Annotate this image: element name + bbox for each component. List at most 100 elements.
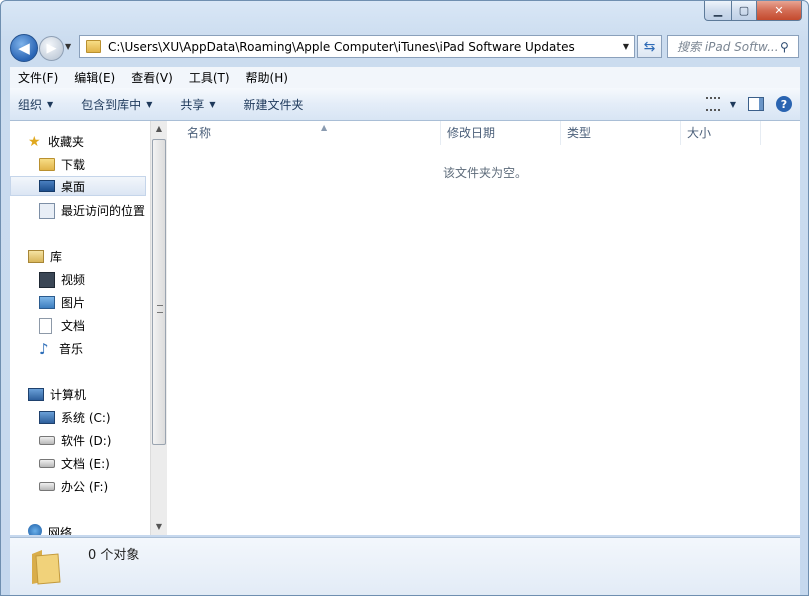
menu-tools[interactable]: 工具(T) [181,69,238,86]
nav-pictures-label: 图片 [61,296,86,310]
column-date-label: 修改日期 [447,126,496,140]
menu-edit[interactable]: 编辑(E) [66,69,123,86]
nav-downloads[interactable]: 下载 [39,156,85,173]
organize-button[interactable]: 组织 ▼ [10,96,63,113]
nav-drive-f-label: 办公 (F:) [61,480,109,494]
document-icon [39,317,52,334]
scroll-down-icon[interactable]: ▼ [151,519,167,535]
help-button[interactable]: ? [776,96,792,112]
back-arrow-icon: ◀ [18,39,30,57]
folder-icon [86,40,101,53]
command-bar: 组织 ▼ 包含到库中 ▼ 共享 ▼ 新建文件夹 ▼ ? [10,88,800,121]
network-icon [28,524,42,535]
menu-help[interactable]: 帮助(H) [238,69,296,86]
music-note-icon: ♪ [39,339,49,358]
chevron-down-icon: ▼ [47,99,54,109]
nav-music-label: 音乐 [59,342,84,356]
nav-music[interactable]: ♪ 音乐 [39,340,83,357]
nav-downloads-label: 下载 [61,158,86,172]
address-bar[interactable]: C:\Users\XU\AppData\Roaming\Apple Comput… [79,35,635,58]
command-bar-right: ▼ ? [705,96,800,112]
hard-drive-icon [39,482,55,491]
empty-folder-message: 该文件夹为空。 [443,166,528,180]
column-header-size[interactable]: 大小 [681,121,761,145]
search-input[interactable]: 搜索 iPad Softw... [668,38,780,55]
nav-drive-e[interactable]: 文档 (E:) [39,455,110,472]
scrollbar-thumb[interactable] [152,139,166,445]
nav-drive-f[interactable]: 办公 (F:) [39,478,108,495]
new-folder-label: 新建文件夹 [243,97,304,112]
explorer-window: ▁ ▢ ✕ ◀ ▶ ▼ C:\Users\XU\AppData\Roaming\… [0,0,809,596]
nav-videos-label: 视频 [61,273,86,287]
maximize-button[interactable]: ▢ [732,1,757,21]
nav-desktop-label: 桌面 [61,179,86,194]
nav-computer-label: 计算机 [50,388,87,402]
folder-icon [32,550,61,585]
view-options-icon[interactable] [705,97,720,111]
libraries-icon [28,250,44,263]
column-name-label: 名称 [187,126,212,140]
nav-documents[interactable]: 文档 [39,317,85,334]
nav-libraries[interactable]: 库 [28,248,62,265]
computer-icon [28,388,44,401]
scroll-up-icon[interactable]: ▲ [151,121,167,137]
back-button[interactable]: ◀ [10,34,38,62]
column-type-label: 类型 [567,126,592,140]
nav-documents-label: 文档 [61,319,86,333]
pictures-icon [39,296,55,309]
details-pane: 0 个对象 [10,537,800,595]
nav-network[interactable]: 网络 [28,524,72,535]
nav-drive-c[interactable]: 系统 (C:) [39,409,111,426]
nav-favorites[interactable]: ★ 收藏夹 [28,133,84,150]
forward-arrow-icon: ▶ [46,41,57,56]
nav-network-label: 网络 [48,526,73,535]
content-area: ★ 收藏夹 下载 桌面 最近访问的位置 库 视频 图片 文档 ♪ 音乐 计算机 … [10,121,800,535]
nav-drive-e-label: 文档 (E:) [61,457,110,471]
column-header-type[interactable]: 类型 [561,121,681,145]
organize-label: 组织 [18,97,43,112]
nav-videos[interactable]: 视频 [39,271,85,288]
file-list-pane[interactable]: 名称 ▲ 修改日期 类型 大小 该文件夹为空。 [167,121,800,535]
address-dropdown-icon[interactable]: ▼ [618,42,634,51]
column-size-label: 大小 [687,126,712,140]
star-icon: ★ [28,133,41,150]
recent-pages-dropdown[interactable]: ▼ [65,42,71,51]
recent-places-icon [39,202,55,219]
preview-pane-button[interactable] [748,97,764,111]
menu-file[interactable]: 文件(F) [10,69,66,86]
forward-button[interactable]: ▶ [39,36,64,61]
include-in-library-button[interactable]: 包含到库中 ▼ [63,96,162,113]
minimize-button[interactable]: ▁ [704,1,732,21]
nav-drive-d[interactable]: 软件 (D:) [39,432,111,449]
refresh-button[interactable]: ⇆ [637,35,662,58]
column-header-name[interactable]: 名称 ▲ [181,121,441,145]
search-icon[interactable]: ⚲ [780,40,798,54]
navigation-pane: ★ 收藏夹 下载 桌面 最近访问的位置 库 视频 图片 文档 ♪ 音乐 计算机 … [10,121,150,535]
hard-drive-icon [39,459,55,468]
nav-pictures[interactable]: 图片 [39,294,85,311]
nav-computer[interactable]: 计算机 [28,386,86,403]
new-folder-button[interactable]: 新建文件夹 [226,96,314,113]
nav-libraries-label: 库 [50,250,63,264]
include-in-library-label: 包含到库中 [81,97,142,112]
nav-pane-scrollbar[interactable]: ▲ ▼ [150,121,167,535]
hard-drive-icon [39,436,55,445]
chevron-down-icon: ▼ [209,99,216,109]
nav-recent-places[interactable]: 最近访问的位置 [39,202,145,219]
desktop-icon [39,180,55,192]
view-dropdown-icon[interactable]: ▼ [730,100,736,109]
navigation-row: ◀ ▶ ▼ C:\Users\XU\AppData\Roaming\Apple … [1,31,808,63]
search-box[interactable]: 搜索 iPad Softw... ⚲ [667,35,799,58]
grip-icon [157,305,163,313]
nav-desktop[interactable]: 桌面 [10,176,146,196]
share-label: 共享 [180,97,205,112]
system-drive-icon [39,411,55,424]
share-button[interactable]: 共享 ▼ [162,96,225,113]
menu-view[interactable]: 查看(V) [123,69,181,86]
sort-ascending-icon: ▲ [321,123,328,132]
address-path[interactable]: C:\Users\XU\AppData\Roaming\Apple Comput… [108,40,618,54]
column-header-date-modified[interactable]: 修改日期 [441,121,561,145]
close-button[interactable]: ✕ [757,1,802,21]
nav-favorites-label: 收藏夹 [48,135,85,149]
item-count: 0 个对象 [88,548,140,563]
